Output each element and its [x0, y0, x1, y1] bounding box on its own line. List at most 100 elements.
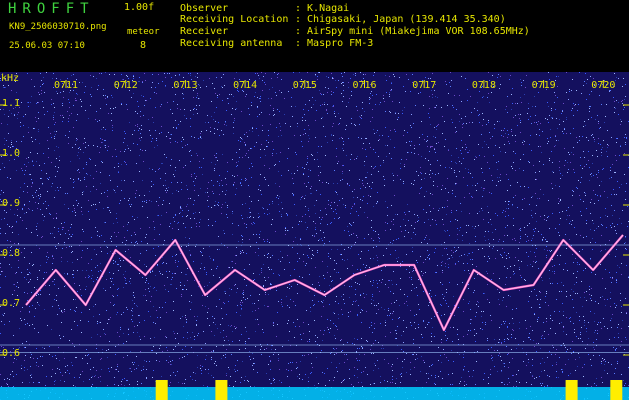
- noise-dot: [30, 357, 31, 358]
- noise-dot: [515, 338, 516, 339]
- noise-dot: [508, 134, 509, 135]
- noise-dot: [104, 192, 105, 193]
- noise-dot: [146, 250, 147, 251]
- noise-dot: [487, 273, 488, 274]
- noise-dot: [461, 153, 462, 154]
- noise-dot: [598, 170, 599, 171]
- noise-dot: [624, 349, 625, 350]
- noise-dot: [137, 126, 138, 127]
- noise-dot: [97, 277, 98, 278]
- noise-dot: [558, 203, 559, 204]
- noise-dot: [166, 212, 167, 213]
- noise-dot: [362, 348, 363, 349]
- noise-dot: [430, 124, 431, 125]
- noise-dot: [369, 103, 370, 104]
- noise-dot: [331, 135, 332, 136]
- noise-dot: [383, 255, 384, 256]
- noise-dot: [32, 161, 33, 162]
- noise-dot: [34, 316, 35, 317]
- noise-dot: [127, 309, 128, 310]
- noise-dot: [488, 256, 489, 257]
- noise-dot: [303, 333, 304, 334]
- noise-dot: [591, 199, 592, 200]
- noise-dot: [366, 156, 367, 157]
- noise-dot: [450, 221, 451, 222]
- noise-dot: [444, 296, 445, 297]
- noise-dot: [572, 205, 573, 206]
- noise-dot: [566, 291, 567, 292]
- noise-dot: [622, 100, 623, 101]
- noise-dot: [442, 261, 443, 262]
- noise-dot: [45, 285, 46, 286]
- noise-dot: [26, 212, 27, 213]
- noise-dot: [91, 96, 92, 97]
- noise-dot: [582, 341, 583, 342]
- noise-dot: [495, 229, 496, 230]
- noise-dot: [271, 224, 272, 225]
- noise-dot: [327, 368, 328, 369]
- noise-dot: [274, 382, 275, 383]
- noise-dot: [62, 121, 63, 122]
- noise-dot: [468, 284, 469, 285]
- noise-dot: [155, 87, 156, 88]
- noise-dot: [365, 267, 366, 268]
- noise-dot: [321, 146, 322, 147]
- noise-dot: [413, 268, 414, 269]
- noise-dot: [532, 359, 533, 360]
- noise-dot: [399, 102, 400, 103]
- noise-dot: [475, 185, 476, 186]
- noise-dot: [255, 252, 256, 253]
- noise-dot: [207, 312, 208, 313]
- noise-dot: [120, 151, 121, 152]
- noise-dot: [80, 374, 81, 375]
- noise-dot: [0, 169, 1, 170]
- noise-dot: [374, 305, 375, 306]
- noise-dot: [573, 323, 574, 324]
- noise-dot: [616, 279, 617, 280]
- noise-dot: [307, 341, 308, 342]
- noise-dot: [608, 145, 609, 146]
- noise-dot: [266, 348, 267, 349]
- noise-dot: [14, 159, 15, 160]
- noise-dot: [494, 350, 495, 351]
- noise-dot: [407, 204, 408, 205]
- noise-dot: [375, 152, 376, 153]
- noise-dot: [69, 373, 70, 374]
- noise-dot: [51, 162, 52, 163]
- noise-dot: [608, 362, 609, 363]
- noise-dot: [109, 319, 110, 320]
- noise-dot: [373, 300, 374, 301]
- noise-dot: [294, 337, 295, 338]
- noise-dot: [18, 287, 19, 288]
- noise-dot: [594, 332, 595, 333]
- noise-dot: [76, 138, 77, 139]
- noise-dot: [132, 315, 133, 316]
- noise-dot: [3, 85, 4, 86]
- noise-dot: [307, 72, 308, 73]
- noise-dot: [428, 219, 429, 220]
- noise-dot: [589, 289, 590, 290]
- noise-dot: [68, 208, 69, 209]
- noise-dot: [269, 356, 270, 357]
- noise-dot: [603, 318, 604, 319]
- noise-dot: [341, 137, 342, 138]
- noise-dot: [42, 183, 43, 184]
- noise-dot: [236, 247, 237, 248]
- noise-dot: [600, 251, 601, 252]
- noise-dot: [507, 338, 508, 339]
- noise-dot: [502, 212, 503, 213]
- noise-dot: [242, 250, 243, 251]
- noise-dot: [367, 172, 368, 173]
- noise-dot: [442, 185, 443, 186]
- noise-dot: [331, 94, 332, 95]
- noise-dot: [128, 249, 129, 250]
- noise-dot: [114, 74, 115, 75]
- noise-dot: [593, 355, 594, 356]
- noise-dot: [139, 138, 140, 139]
- noise-dot: [218, 205, 219, 206]
- noise-dot: [21, 102, 22, 103]
- noise-dot: [533, 229, 534, 230]
- noise-dot: [149, 227, 150, 228]
- noise-dot: [110, 180, 111, 181]
- noise-dot: [268, 130, 269, 131]
